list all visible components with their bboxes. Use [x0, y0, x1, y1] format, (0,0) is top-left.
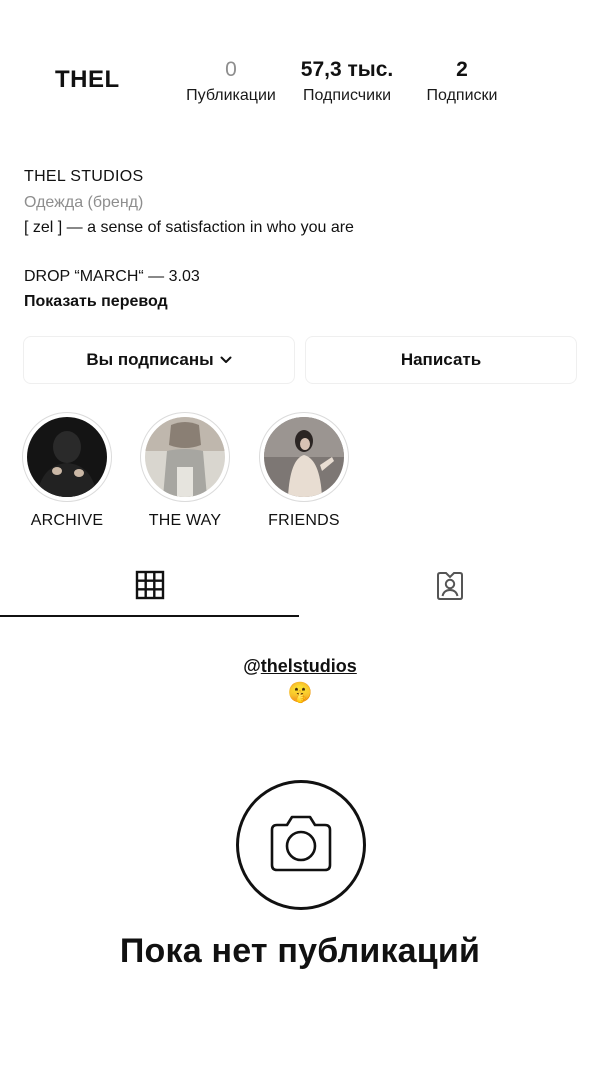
tab-tagged[interactable] [434, 570, 466, 607]
chevron-down-icon [220, 356, 232, 363]
profile-username: THEL [55, 66, 120, 93]
following-button-label: Вы подписаны [86, 350, 214, 369]
highlight-friends-label: FRIENDS [268, 512, 340, 529]
mention-link[interactable]: @thelstudios [0, 656, 600, 677]
empty-state-title: Пока нет публикаций [119, 932, 481, 970]
stat-following-count: 2 [456, 58, 468, 81]
stat-posts-count: 0 [225, 58, 237, 81]
highlight-the-way-label: THE WAY [148, 512, 222, 529]
stat-followers[interactable]: 57,3 тыс. Подписчики [291, 58, 403, 105]
message-button[interactable]: Написать [305, 336, 577, 384]
highlight-archive-label: ARCHIVE [30, 512, 104, 529]
highlight-archive-cover [27, 417, 107, 497]
message-button-label: Написать [400, 350, 482, 369]
camera-circle [236, 780, 366, 910]
stat-followers-count: 57,3 тыс. [300, 58, 394, 81]
tab-grid[interactable] [135, 570, 165, 605]
highlight-friends-cover [264, 417, 344, 497]
mention-handle: thelstudios [260, 656, 357, 676]
stat-posts[interactable]: 0 Публикации [179, 58, 283, 105]
camera-icon [270, 815, 332, 872]
bio-drop-line: DROP “MARCH“ — 3.03 [24, 268, 200, 285]
stat-following[interactable]: 2 Подписки [414, 58, 510, 105]
stat-followers-label: Подписчики [302, 87, 391, 104]
following-button[interactable]: Вы подписаны [23, 336, 295, 384]
highlight-friends[interactable]: FRIENDS [249, 412, 359, 530]
show-translation-link[interactable]: Показать перевод [24, 292, 168, 312]
highlight-the-way-cover [145, 417, 225, 497]
active-tab-indicator [0, 615, 299, 617]
tagged-person-icon [437, 572, 463, 600]
stat-posts-label: Публикации [186, 87, 276, 104]
highlight-archive[interactable]: ARCHIVE [12, 412, 122, 530]
stat-following-label: Подписки [426, 87, 498, 104]
mention-prefix: @ [243, 656, 261, 676]
grid-icon [135, 570, 165, 600]
highlight-ring [140, 412, 230, 502]
highlight-the-way[interactable]: THE WAY [130, 412, 240, 530]
bio-category: Одежда (бренд) [24, 194, 144, 211]
bio-name: THEL STUDIOS [24, 168, 144, 185]
highlight-ring [22, 412, 112, 502]
bio-text-line: [ zel ] — a sense of satisfaction in who… [24, 219, 354, 236]
shushing-face-emoji: 🤫 [287, 682, 313, 704]
highlight-ring [259, 412, 349, 502]
